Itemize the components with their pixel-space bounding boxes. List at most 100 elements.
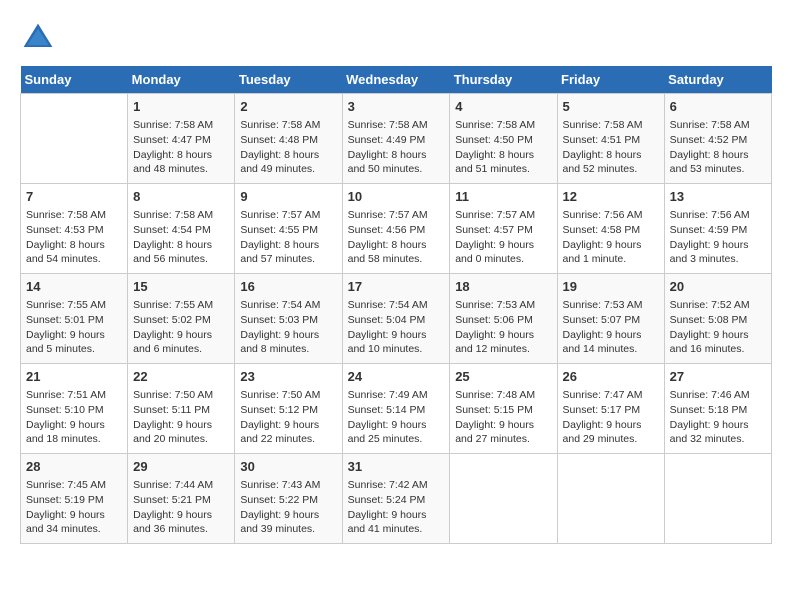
day-info: Sunrise: 7:58 AM Sunset: 4:50 PM Dayligh… [455, 118, 551, 177]
day-cell-17: 17 Sunrise: 7:54 AM Sunset: 5:04 PM Dayli… [342, 274, 450, 364]
header-cell-monday: Monday [128, 66, 235, 94]
day-info: Sunrise: 7:58 AM Sunset: 4:53 PM Dayligh… [26, 208, 122, 267]
header-cell-friday: Friday [557, 66, 664, 94]
day-number: 23 [240, 368, 336, 386]
day-cell-23: 23 Sunrise: 7:50 AM Sunset: 5:12 PM Dayli… [235, 364, 342, 454]
day-cell-15: 15 Sunrise: 7:55 AM Sunset: 5:02 PM Dayli… [128, 274, 235, 364]
week-row-5: 28 Sunrise: 7:45 AM Sunset: 5:19 PM Dayli… [21, 454, 772, 544]
day-number: 29 [133, 458, 229, 476]
day-cell-11: 11Sunrise: 7:57 AM Sunset: 4:57 PM Dayli… [450, 184, 557, 274]
day-info: Sunrise: 7:55 AM Sunset: 5:02 PM Dayligh… [133, 298, 229, 357]
day-info: Sunrise: 7:50 AM Sunset: 5:11 PM Dayligh… [133, 388, 229, 447]
day-info: Sunrise: 7:55 AM Sunset: 5:01 PM Dayligh… [26, 298, 122, 357]
day-info: Sunrise: 7:57 AM Sunset: 4:56 PM Dayligh… [348, 208, 445, 267]
day-number: 27 [670, 368, 766, 386]
day-cell-25: 25 Sunrise: 7:48 AM Sunset: 5:15 PM Dayli… [450, 364, 557, 454]
day-info: Sunrise: 7:51 AM Sunset: 5:10 PM Dayligh… [26, 388, 122, 447]
day-number: 15 [133, 278, 229, 296]
day-cell-4: 4 Sunrise: 7:58 AM Sunset: 4:50 PM Daylig… [450, 94, 557, 184]
day-number: 18 [455, 278, 551, 296]
logo [20, 20, 60, 56]
day-info: Sunrise: 7:57 AM Sunset: 4:55 PM Dayligh… [240, 208, 336, 267]
day-cell-29: 29 Sunrise: 7:44 AM Sunset: 5:21 PM Dayli… [128, 454, 235, 544]
day-info: Sunrise: 7:56 AM Sunset: 4:59 PM Dayligh… [670, 208, 766, 267]
day-number: 28 [26, 458, 122, 476]
day-info: Sunrise: 7:50 AM Sunset: 5:12 PM Dayligh… [240, 388, 336, 447]
day-info: Sunrise: 7:52 AM Sunset: 5:08 PM Dayligh… [670, 298, 766, 357]
day-number: 10 [348, 188, 445, 206]
day-number: 16 [240, 278, 336, 296]
day-number: 31 [348, 458, 445, 476]
day-info: Sunrise: 7:44 AM Sunset: 5:21 PM Dayligh… [133, 478, 229, 537]
day-cell-7: 7 Sunrise: 7:58 AM Sunset: 4:53 PM Daylig… [21, 184, 128, 274]
empty-cell [557, 454, 664, 544]
day-number: 22 [133, 368, 229, 386]
week-row-2: 7 Sunrise: 7:58 AM Sunset: 4:53 PM Daylig… [21, 184, 772, 274]
day-number: 11 [455, 188, 551, 206]
day-cell-21: 21 Sunrise: 7:51 AM Sunset: 5:10 PM Dayli… [21, 364, 128, 454]
page-header [20, 20, 772, 56]
day-number: 6 [670, 98, 766, 116]
day-cell-2: 2 Sunrise: 7:58 AM Sunset: 4:48 PM Daylig… [235, 94, 342, 184]
day-number: 2 [240, 98, 336, 116]
week-row-4: 21 Sunrise: 7:51 AM Sunset: 5:10 PM Dayli… [21, 364, 772, 454]
day-info: Sunrise: 7:53 AM Sunset: 5:07 PM Dayligh… [563, 298, 659, 357]
day-info: Sunrise: 7:54 AM Sunset: 5:03 PM Dayligh… [240, 298, 336, 357]
day-number: 7 [26, 188, 122, 206]
day-cell-13: 13 Sunrise: 7:56 AM Sunset: 4:59 PM Dayli… [664, 184, 771, 274]
day-cell-6: 6Sunrise: 7:58 AM Sunset: 4:52 PM Daylig… [664, 94, 771, 184]
day-info: Sunrise: 7:58 AM Sunset: 4:54 PM Dayligh… [133, 208, 229, 267]
day-cell-14: 14 Sunrise: 7:55 AM Sunset: 5:01 PM Dayli… [21, 274, 128, 364]
day-info: Sunrise: 7:58 AM Sunset: 4:51 PM Dayligh… [563, 118, 659, 177]
day-cell-26: 26 Sunrise: 7:47 AM Sunset: 5:17 PM Dayli… [557, 364, 664, 454]
day-number: 21 [26, 368, 122, 386]
day-number: 12 [563, 188, 659, 206]
day-info: Sunrise: 7:53 AM Sunset: 5:06 PM Dayligh… [455, 298, 551, 357]
day-cell-9: 9 Sunrise: 7:57 AM Sunset: 4:55 PM Daylig… [235, 184, 342, 274]
day-number: 13 [670, 188, 766, 206]
day-number: 25 [455, 368, 551, 386]
empty-cell [664, 454, 771, 544]
day-cell-12: 12 Sunrise: 7:56 AM Sunset: 4:58 PM Dayli… [557, 184, 664, 274]
day-info: Sunrise: 7:56 AM Sunset: 4:58 PM Dayligh… [563, 208, 659, 267]
day-info: Sunrise: 7:47 AM Sunset: 5:17 PM Dayligh… [563, 388, 659, 447]
day-info: Sunrise: 7:42 AM Sunset: 5:24 PM Dayligh… [348, 478, 445, 537]
day-cell-5: 5 Sunrise: 7:58 AM Sunset: 4:51 PM Daylig… [557, 94, 664, 184]
header-cell-sunday: Sunday [21, 66, 128, 94]
day-number: 17 [348, 278, 445, 296]
empty-cell [450, 454, 557, 544]
day-info: Sunrise: 7:54 AM Sunset: 5:04 PM Dayligh… [348, 298, 445, 357]
day-info: Sunrise: 7:58 AM Sunset: 4:48 PM Dayligh… [240, 118, 336, 177]
header-cell-saturday: Saturday [664, 66, 771, 94]
day-info: Sunrise: 7:48 AM Sunset: 5:15 PM Dayligh… [455, 388, 551, 447]
day-number: 14 [26, 278, 122, 296]
day-cell-19: 19 Sunrise: 7:53 AM Sunset: 5:07 PM Dayli… [557, 274, 664, 364]
day-number: 5 [563, 98, 659, 116]
day-cell-31: 31 Sunrise: 7:42 AM Sunset: 5:24 PM Dayli… [342, 454, 450, 544]
day-cell-10: 10 Sunrise: 7:57 AM Sunset: 4:56 PM Dayli… [342, 184, 450, 274]
day-cell-27: 27Sunrise: 7:46 AM Sunset: 5:18 PM Dayli… [664, 364, 771, 454]
empty-cell [21, 94, 128, 184]
header-row: SundayMondayTuesdayWednesdayThursdayFrid… [21, 66, 772, 94]
logo-icon [20, 20, 56, 56]
day-number: 9 [240, 188, 336, 206]
day-number: 24 [348, 368, 445, 386]
day-number: 26 [563, 368, 659, 386]
day-cell-24: 24 Sunrise: 7:49 AM Sunset: 5:14 PM Dayli… [342, 364, 450, 454]
day-number: 3 [348, 98, 445, 116]
header-cell-wednesday: Wednesday [342, 66, 450, 94]
day-number: 4 [455, 98, 551, 116]
day-info: Sunrise: 7:49 AM Sunset: 5:14 PM Dayligh… [348, 388, 445, 447]
day-number: 1 [133, 98, 229, 116]
day-cell-3: 3Sunrise: 7:58 AM Sunset: 4:49 PM Daylig… [342, 94, 450, 184]
day-cell-18: 18 Sunrise: 7:53 AM Sunset: 5:06 PM Dayli… [450, 274, 557, 364]
day-cell-16: 16 Sunrise: 7:54 AM Sunset: 5:03 PM Dayli… [235, 274, 342, 364]
day-number: 30 [240, 458, 336, 476]
day-number: 20 [670, 278, 766, 296]
day-info: Sunrise: 7:45 AM Sunset: 5:19 PM Dayligh… [26, 478, 122, 537]
day-cell-1: 1Sunrise: 7:58 AM Sunset: 4:47 PM Daylig… [128, 94, 235, 184]
day-cell-22: 22 Sunrise: 7:50 AM Sunset: 5:11 PM Dayli… [128, 364, 235, 454]
day-cell-8: 8Sunrise: 7:58 AM Sunset: 4:54 PM Daylig… [128, 184, 235, 274]
day-info: Sunrise: 7:43 AM Sunset: 5:22 PM Dayligh… [240, 478, 336, 537]
day-number: 19 [563, 278, 659, 296]
